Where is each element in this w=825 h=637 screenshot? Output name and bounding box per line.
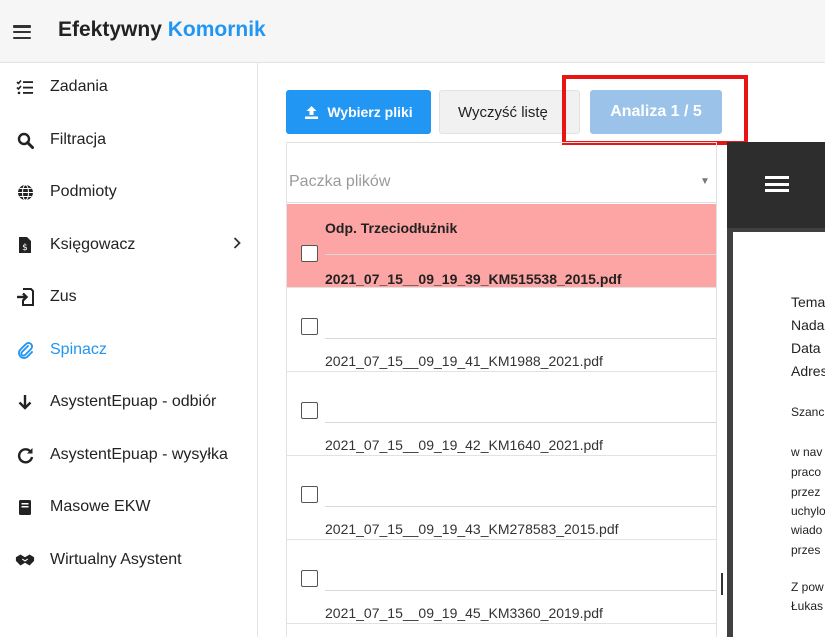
file-name: 2021_07_15__09_19_45_KM3360_2019.pdf (325, 605, 603, 621)
caret-down-icon: ▼ (700, 176, 710, 187)
hamburger-icon[interactable] (765, 176, 789, 192)
sidebar-item-ksiegowacz[interactable]: $ Księgowacz (0, 223, 258, 267)
sidebar-item-label: AsystentEpuap - wysyłka (50, 446, 228, 463)
sidebar-item-spinacz[interactable]: Spinacz (0, 328, 258, 372)
doc-line: przes (791, 543, 821, 557)
file-item[interactable]: 2021_07_15__09_19_42_KM1640_2021.pdf (287, 372, 716, 456)
sidebar-item-label: Zadania (50, 78, 108, 95)
sidebar-item-podmioty[interactable]: Podmioty (0, 170, 258, 214)
sidebar-item-zus[interactable]: Zus (0, 275, 258, 319)
doc-line: Tema (791, 294, 825, 310)
list-check-icon (15, 77, 35, 97)
doc-line: przez (791, 485, 821, 499)
brand-accent: Komornik (167, 18, 266, 41)
sidebar-item-asystent-odbior[interactable]: AsystentEpuap - odbiór (0, 380, 258, 424)
sidebar-item-label: Masowe EKW (50, 498, 151, 515)
brand-name: Efektywny (58, 18, 162, 41)
top-bar: Efektywny Komornik (0, 0, 825, 63)
clear-list-button[interactable]: Wyczyść listę (439, 90, 580, 134)
file-package-select[interactable]: Paczka plików ▼ (287, 143, 716, 203)
redo-icon (15, 445, 35, 465)
doc-line: wiado (791, 523, 823, 537)
arrow-down-icon (15, 392, 35, 412)
upload-files-label: Wybierz pliki (327, 104, 413, 120)
file-item[interactable]: 2021_07_15__09_19_41_KM1988_2021.pdf (287, 288, 716, 372)
divider (325, 590, 716, 591)
sidebar: Zadania Filtracja Podmioty $ Księgowacz … (0, 63, 258, 637)
file-name: 2021_07_15__09_19_39_KM515538_2015.pdf (325, 271, 622, 287)
doc-line: Adres (791, 363, 825, 379)
file-name: 2021_07_15__09_19_43_KM278583_2015.pdf (325, 521, 619, 537)
sidebar-item-label: Spinacz (50, 341, 107, 358)
file-tag: Odp. Trzeciodłużnik (325, 220, 458, 236)
chevron-right-icon (233, 236, 241, 254)
divider (325, 506, 716, 507)
file-checkbox[interactable] (301, 570, 318, 587)
sidebar-item-label: Podmioty (50, 183, 117, 200)
sidebar-item-label: Wirtualny Asystent (50, 551, 182, 568)
pdf-viewer-toolbar (727, 142, 825, 228)
sign-in-icon (15, 287, 35, 307)
select-placeholder: Paczka plików (289, 173, 391, 190)
sidebar-item-masowe-ekw[interactable]: Masowe EKW (0, 485, 258, 529)
doc-line: Łukas (791, 599, 824, 613)
upload-files-button[interactable]: Wybierz pliki (286, 90, 431, 134)
doc-line: Nada (791, 317, 825, 333)
sidebar-item-zadania[interactable]: Zadania (0, 65, 258, 109)
sidebar-item-label: Księgowacz (50, 236, 136, 253)
file-name: 2021_07_15__09_19_41_KM1988_2021.pdf (325, 353, 603, 369)
analyze-button[interactable]: Analiza 1 / 5 (590, 90, 722, 134)
file-checkbox[interactable] (301, 486, 318, 503)
clear-list-label: Wyczyść listę (458, 103, 548, 121)
analyze-label: Analiza 1 / 5 (610, 103, 702, 120)
file-checkbox[interactable] (301, 245, 318, 262)
paperclip-icon (15, 340, 35, 360)
divider (325, 254, 716, 255)
doc-line: w nav (791, 445, 823, 459)
sidebar-item-filtracja[interactable]: Filtracja (0, 118, 258, 162)
file-list-panel: Paczka plików ▼ Odp. Trzeciodłużnik 2021… (286, 142, 717, 637)
handshake-icon (15, 550, 35, 570)
upload-icon (305, 105, 319, 119)
doc-line: uchylo (791, 504, 825, 518)
file-item[interactable]: 2021_07_15__09_19_45_KM3360_2019.pdf (287, 540, 716, 624)
scrollbar[interactable] (721, 573, 723, 595)
app-title: Efektywny Komornik (58, 18, 266, 42)
doc-line: Szanc (791, 405, 825, 419)
doc-line: Z pow (791, 580, 824, 594)
doc-line: Data (791, 340, 821, 356)
divider (325, 422, 716, 423)
divider (325, 338, 716, 339)
file-item[interactable]: Odp. Trzeciodłużnik 2021_07_15__09_19_39… (287, 204, 716, 288)
globe-icon (15, 182, 35, 202)
file-checkbox[interactable] (301, 318, 318, 335)
sidebar-item-label: Filtracja (50, 131, 107, 148)
search-icon (15, 130, 35, 150)
file-name: 2021_07_15__09_19_42_KM1640_2021.pdf (325, 437, 603, 453)
doc-line: praco (791, 465, 822, 479)
receipt-icon: $ (15, 235, 35, 255)
file-checkbox[interactable] (301, 402, 318, 419)
sidebar-item-asystent-wysylka[interactable]: AsystentEpuap - wysyłka (0, 433, 258, 477)
pdf-page: Tema Nada Data Adres Szanc w nav praco p… (733, 232, 825, 637)
pdf-viewer: Tema Nada Data Adres Szanc w nav praco p… (727, 228, 825, 637)
book-icon (15, 497, 35, 517)
sidebar-item-wirtualny-asystent[interactable]: Wirtualny Asystent (0, 538, 258, 582)
svg-text:$: $ (22, 243, 28, 253)
hamburger-icon[interactable] (13, 25, 31, 39)
sidebar-item-label: AsystentEpuap - odbiór (50, 393, 217, 410)
file-item[interactable]: 2021_07_15__09_19_43_KM278583_2015.pdf (287, 456, 716, 540)
sidebar-item-label: Zus (50, 288, 77, 305)
